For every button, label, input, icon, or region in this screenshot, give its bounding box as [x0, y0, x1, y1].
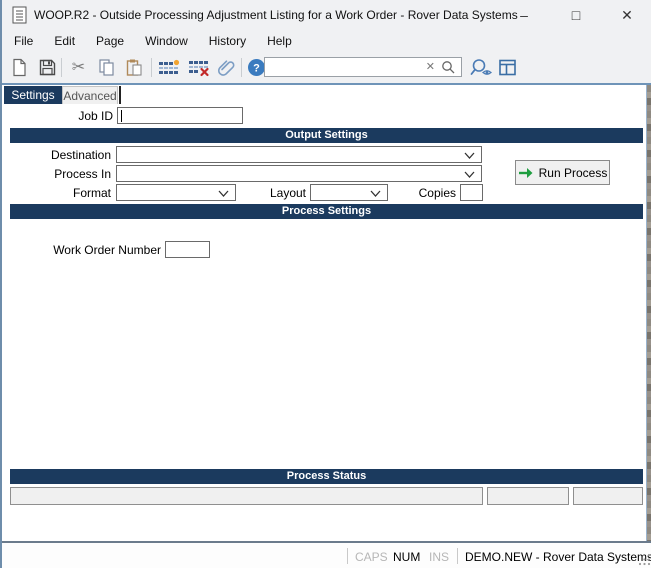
run-process-label: Run Process	[538, 165, 608, 180]
tab-settings[interactable]: Settings	[4, 86, 62, 104]
close-button[interactable]: ✕	[610, 2, 644, 28]
window-title: WOOP.R2 - Outside Processing Adjustment …	[34, 8, 518, 22]
statusbar-separator	[347, 548, 348, 564]
run-process-button[interactable]: Run Process	[515, 160, 610, 185]
tab-advanced[interactable]: Advanced	[62, 86, 118, 104]
tab-strip-end	[119, 86, 121, 104]
search-input[interactable]	[267, 59, 427, 75]
new-document-icon[interactable]	[10, 58, 29, 77]
form-area: Settings Advanced Job ID Output Settings…	[2, 85, 647, 541]
num-indicator: NUM	[393, 550, 421, 564]
add-record-icon[interactable]	[158, 58, 180, 77]
work-order-input[interactable]	[165, 241, 210, 258]
session-context: DEMO.NEW - Rover Data Systems	[465, 550, 651, 564]
copy-icon[interactable]	[97, 58, 116, 77]
caps-indicator: CAPS	[355, 550, 388, 564]
search-clear-icon[interactable]: ✕	[426, 60, 435, 73]
menu-window[interactable]: Window	[136, 31, 197, 51]
copies-label: Copies	[418, 186, 456, 200]
paste-icon[interactable]	[125, 58, 144, 77]
copies-input[interactable]	[460, 184, 483, 201]
save-icon[interactable]	[38, 58, 57, 77]
cut-icon[interactable]: ✂	[69, 58, 88, 77]
text-caret	[121, 110, 122, 122]
job-id-input[interactable]	[117, 107, 243, 124]
toolbar-search: ✕	[264, 57, 462, 77]
toolbar-separator	[241, 58, 242, 77]
layout-select[interactable]	[310, 184, 388, 201]
maximize-button[interactable]: □	[559, 2, 593, 28]
delete-record-icon[interactable]	[188, 58, 210, 77]
process-in-select[interactable]	[116, 165, 482, 182]
search-icon[interactable]	[441, 60, 455, 74]
status-bar: CAPS NUM INS DEMO.NEW - Rover Data Syste…	[2, 541, 651, 568]
run-arrow-icon	[518, 167, 533, 178]
find-view-icon[interactable]	[470, 58, 494, 77]
ins-indicator: INS	[429, 550, 450, 564]
desktop-background-strip	[647, 85, 651, 541]
destination-select[interactable]	[116, 146, 482, 163]
process-status-field-3	[573, 487, 643, 505]
job-id-label: Job ID	[78, 109, 113, 123]
toolbar-separator	[151, 58, 152, 77]
process-status-field-2	[487, 487, 569, 505]
menu-history[interactable]: History	[200, 31, 255, 51]
statusbar-separator	[457, 548, 458, 564]
toolbar-separator	[61, 58, 62, 77]
format-label: Format	[72, 186, 111, 200]
format-select[interactable]	[116, 184, 236, 201]
process-settings-header: Process Settings	[10, 204, 643, 219]
process-status-message	[10, 487, 483, 505]
menu-help[interactable]: Help	[258, 31, 301, 51]
app-icon	[12, 6, 27, 24]
toolbar: ✂ ? ✕	[2, 52, 651, 83]
destination-label: Destination	[50, 148, 111, 162]
menu-bar: File Edit Page Window History Help	[2, 30, 651, 52]
attachment-icon[interactable]	[217, 58, 236, 77]
title-bar: WOOP.R2 - Outside Processing Adjustment …	[2, 0, 651, 30]
minimize-button[interactable]: –	[507, 2, 541, 28]
window-layout-icon[interactable]	[498, 58, 517, 77]
output-settings-header: Output Settings	[10, 128, 643, 143]
process-status-header: Process Status	[10, 469, 643, 484]
process-in-label: Process In	[54, 167, 111, 181]
layout-label: Layout	[269, 186, 306, 200]
svg-text:?: ?	[253, 63, 260, 75]
menu-page[interactable]: Page	[87, 31, 133, 51]
resize-grip[interactable]	[638, 553, 651, 566]
menu-edit[interactable]: Edit	[45, 31, 84, 51]
work-order-label: Work Order Number	[53, 243, 161, 257]
menu-file[interactable]: File	[5, 31, 42, 51]
